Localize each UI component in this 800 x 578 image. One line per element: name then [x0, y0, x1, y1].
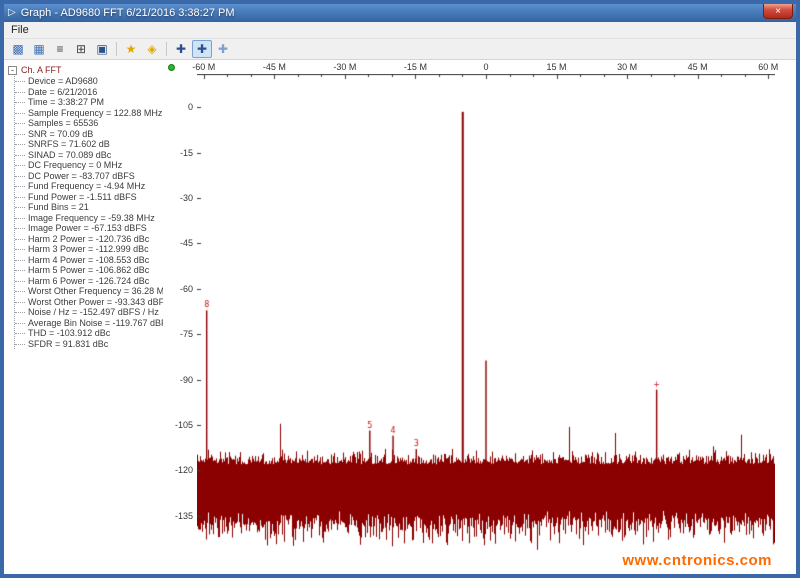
tree-item[interactable]: Date = 6/21/2016: [15, 87, 163, 98]
tree-item[interactable]: Fund Power = -1.511 dBFS: [15, 192, 163, 203]
x-axis-tick-label: -45 M: [263, 62, 286, 72]
fft-plot: www.cntronics.com -60 M -45 M -30 M -15 M 0 1…: [163, 62, 794, 572]
tree-item[interactable]: DC Power = -83.707 dBFS: [15, 171, 163, 182]
tree-item[interactable]: Fund Bins = 21: [15, 202, 163, 213]
copy-graph-icon[interactable]: ▩: [8, 40, 28, 58]
x-axis-tick-label: 15 M: [547, 62, 567, 72]
y-axis-tick-label: -75: [165, 329, 193, 339]
y-axis-tick-label: 0: [165, 102, 193, 112]
component-icon[interactable]: ◈: [142, 40, 162, 58]
close-button[interactable]: ×: [763, 4, 793, 19]
tree-item[interactable]: SFDR = 91.831 dBc: [15, 339, 163, 350]
tree-item[interactable]: SINAD = 70.089 dBc: [15, 150, 163, 161]
y-axis-tick-label: -45: [165, 238, 193, 248]
tree-item[interactable]: Average Bin Noise = -119.767 dBFS: [15, 318, 163, 329]
annotation-icon[interactable]: ★: [121, 40, 141, 58]
x-axis-tick-label: 30 M: [617, 62, 637, 72]
collapse-icon[interactable]: -: [8, 66, 17, 75]
tree-children: Device = AD9680Date = 6/21/2016Time = 3:…: [14, 76, 163, 349]
y-axis-tick-label: -30: [165, 193, 193, 203]
tree-item[interactable]: Device = AD9680: [15, 76, 163, 87]
tree-item[interactable]: Worst Other Frequency = 36.28 MHz: [15, 286, 163, 297]
y-axis-tick-label: -90: [165, 375, 193, 385]
x-axis-tick-label: -15 M: [404, 62, 427, 72]
tree-item[interactable]: Time = 3:38:27 PM: [15, 97, 163, 108]
x-axis-tick-label: 45 M: [688, 62, 708, 72]
results-list-icon[interactable]: ≡: [50, 40, 70, 58]
status-indicator-icon: [168, 64, 175, 71]
graph-settings-icon[interactable]: ▦: [29, 40, 49, 58]
tree-item[interactable]: Sample Frequency = 122.88 MHz: [15, 108, 163, 119]
results-tree: - Ch. A FFT Device = AD9680Date = 6/21/2…: [6, 62, 163, 572]
tree-item[interactable]: Noise / Hz = -152.497 dBFS / Hz: [15, 307, 163, 318]
x-axis-tick-label: -60 M: [192, 62, 215, 72]
crosshair-box-icon[interactable]: ✚: [192, 40, 212, 58]
tree-item[interactable]: Image Power = -67.153 dBFS: [15, 223, 163, 234]
tree-item[interactable]: DC Frequency = 0 MHz: [15, 160, 163, 171]
x-axis-tick-label: -30 M: [333, 62, 356, 72]
window-title: Graph - AD9680 FFT 6/21/2016 3:38:27 PM: [21, 7, 235, 19]
x-axis-tick-label: 0: [483, 62, 488, 72]
client-area: - Ch. A FFT Device = AD9680Date = 6/21/2…: [4, 60, 796, 574]
y-axis-tick-label: -60: [165, 284, 193, 294]
tree-item[interactable]: Samples = 65536: [15, 118, 163, 129]
tree-item[interactable]: Fund Frequency = -4.94 MHz: [15, 181, 163, 192]
watermark: www.cntronics.com: [622, 552, 772, 569]
y-axis-tick-label: -135: [165, 511, 193, 521]
tree-item[interactable]: Harm 2 Power = -120.736 dBc: [15, 234, 163, 245]
title-bar[interactable]: ▷ Graph - AD9680 FFT 6/21/2016 3:38:27 P…: [4, 4, 796, 22]
tree-item[interactable]: Harm 3 Power = -112.999 dBc: [15, 244, 163, 255]
tree-root-label: Ch. A FFT: [21, 65, 62, 75]
spectrum-canvas[interactable]: [197, 74, 775, 558]
y-axis-tick-label: -105: [165, 420, 193, 430]
crosshair-track-icon[interactable]: ✚: [213, 40, 233, 58]
crosshair-icon[interactable]: ✚: [171, 40, 191, 58]
toolbar-separator: [116, 42, 117, 56]
menu-bar: File: [4, 22, 796, 39]
app-window: ▷ Graph - AD9680 FFT 6/21/2016 3:38:27 P…: [0, 0, 800, 578]
app-icon: ▷: [8, 8, 16, 18]
tree-item[interactable]: Worst Other Power = -93.343 dBFS: [15, 297, 163, 308]
tree-item[interactable]: SNR = 70.09 dB: [15, 129, 163, 140]
tree-item[interactable]: THD = -103.912 dBc: [15, 328, 163, 339]
tree-item[interactable]: Harm 6 Power = -126.724 dBc: [15, 276, 163, 287]
save-icon[interactable]: ▣: [92, 40, 112, 58]
toolbar-separator: [166, 42, 167, 56]
tree-item[interactable]: Harm 5 Power = -106.862 dBc: [15, 265, 163, 276]
toolbar: ▩▦≡⊞▣★◈✚✚✚: [4, 39, 796, 60]
tree-item[interactable]: Image Frequency = -59.38 MHz: [15, 213, 163, 224]
select-region-icon[interactable]: ⊞: [71, 40, 91, 58]
menu-file[interactable]: File: [4, 23, 36, 37]
x-axis-tick-label: 60 M: [758, 62, 778, 72]
y-axis-tick-label: -15: [165, 148, 193, 158]
tree-root-row[interactable]: - Ch. A FFT: [8, 64, 163, 76]
tree-item[interactable]: SNRFS = 71.602 dB: [15, 139, 163, 150]
y-axis-tick-label: -120: [165, 465, 193, 475]
tree-item[interactable]: Harm 4 Power = -108.553 dBc: [15, 255, 163, 266]
